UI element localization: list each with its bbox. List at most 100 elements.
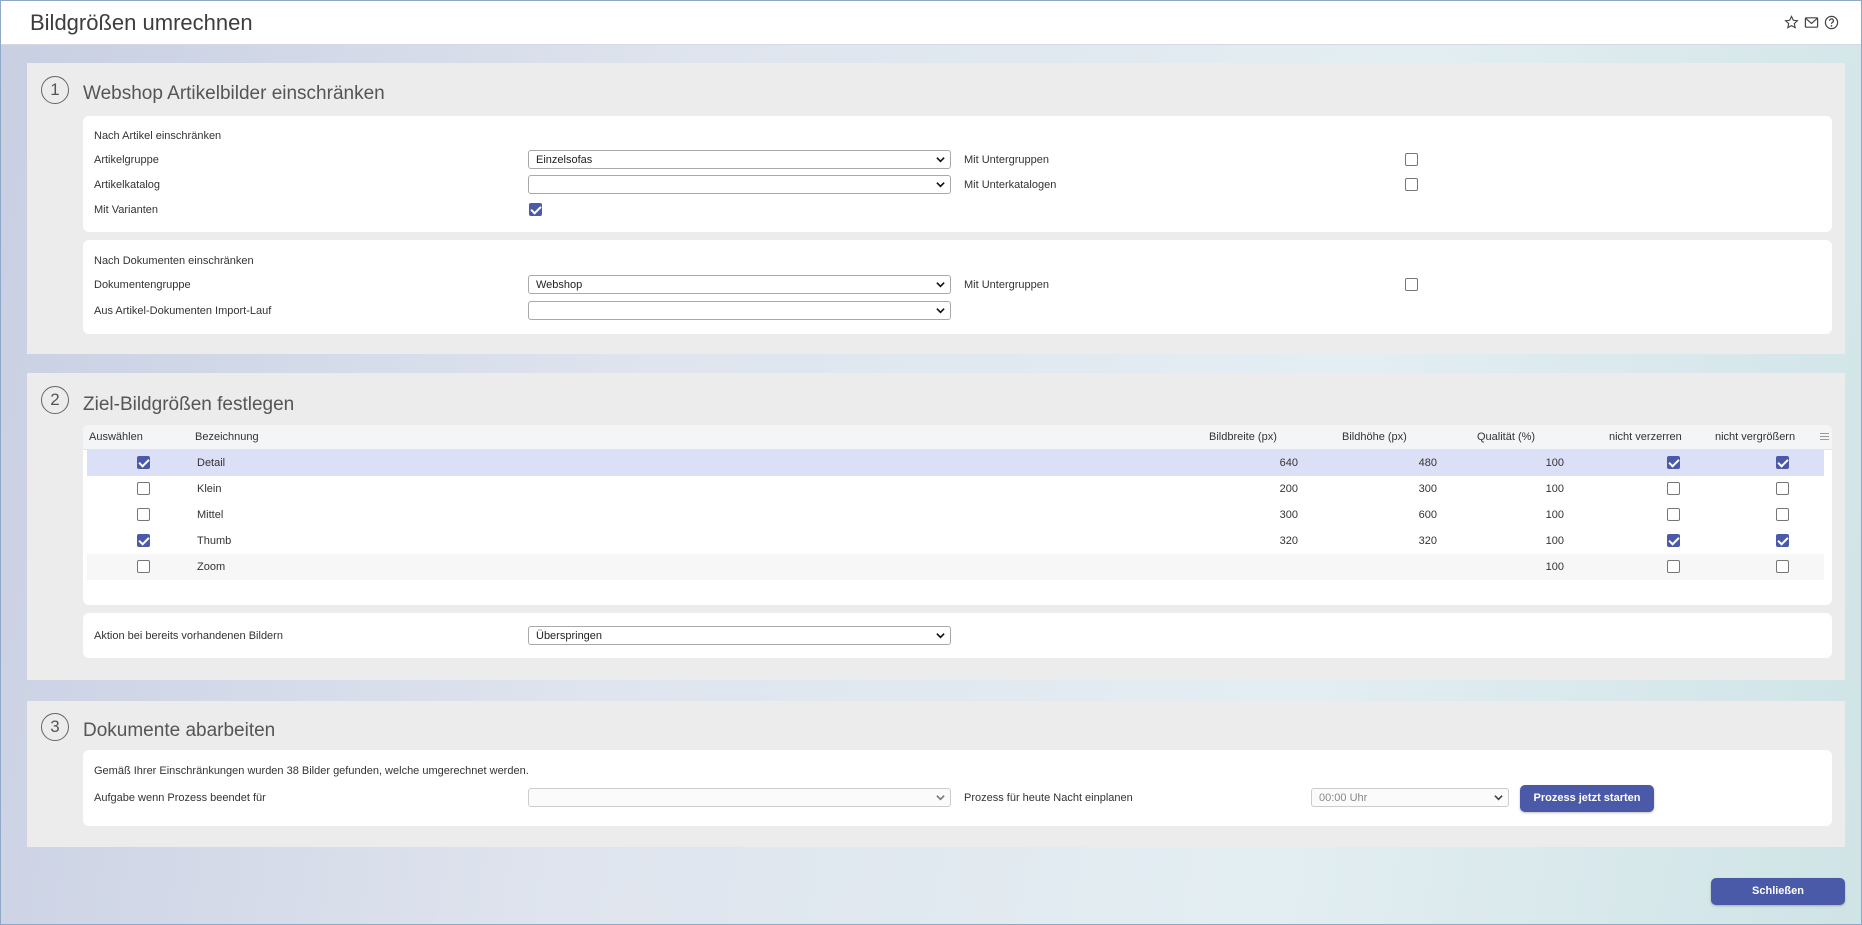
- close-button[interactable]: Schließen: [1711, 878, 1845, 905]
- card-heading: Nach Artikel einschränken: [94, 130, 222, 142]
- row-no-enlarge-checkbox[interactable]: [1776, 534, 1789, 547]
- table-row[interactable]: Zoom 100: [87, 554, 1824, 580]
- row-height: 480: [1418, 457, 1437, 469]
- row-no-distort-checkbox[interactable]: [1667, 534, 1680, 547]
- process-card: Gemäß Ihrer Einschränkungen wurden 38 Bi…: [83, 750, 1832, 826]
- col-header-select[interactable]: Auswählen: [89, 431, 143, 443]
- chevron-down-icon: [936, 633, 945, 639]
- chevron-down-icon: [936, 182, 945, 188]
- row-no-distort-checkbox[interactable]: [1667, 508, 1680, 521]
- row-height: 600: [1418, 509, 1437, 521]
- variants-label: Mit Varianten: [94, 204, 158, 216]
- row-no-enlarge-checkbox[interactable]: [1776, 560, 1789, 573]
- task-after-select[interactable]: [528, 788, 951, 807]
- variants-checkbox[interactable]: [529, 203, 542, 216]
- section-target-sizes: 2 Ziel-Bildgrößen festlegen Auswählen Be…: [27, 373, 1845, 680]
- schedule-label: Prozess für heute Nacht einplanen: [964, 792, 1133, 804]
- row-no-distort-checkbox[interactable]: [1667, 560, 1680, 573]
- star-icon[interactable]: [1784, 15, 1799, 30]
- col-header-width[interactable]: Bildbreite (px): [1209, 431, 1277, 443]
- document-group-value: Webshop: [536, 279, 583, 291]
- section-restrict-images: 1 Webshop Artikelbilder einschränken Nac…: [27, 63, 1845, 354]
- help-icon[interactable]: [1824, 15, 1839, 30]
- grid-header: Auswählen Bezeichnung Bildbreite (px) Bi…: [83, 425, 1832, 450]
- chevron-down-icon: [936, 282, 945, 288]
- row-select-checkbox[interactable]: [137, 534, 150, 547]
- section-title: Ziel-Bildgrößen festlegen: [83, 394, 295, 415]
- row-no-enlarge-checkbox[interactable]: [1776, 456, 1789, 469]
- section-process-documents: 3 Dokumente abarbeiten Gemäß Ihrer Einsc…: [27, 701, 1845, 847]
- mail-icon[interactable]: [1804, 15, 1819, 30]
- column-menu-icon[interactable]: [1820, 432, 1829, 441]
- header-icons: [1784, 15, 1839, 30]
- table-row[interactable]: Klein 200 300 100: [87, 476, 1824, 502]
- col-header-no-distort[interactable]: nicht verzerren: [1609, 431, 1682, 443]
- row-height: 300: [1418, 483, 1437, 495]
- document-group-select[interactable]: Webshop: [528, 275, 951, 294]
- import-run-select[interactable]: [528, 301, 951, 320]
- page-title: Bildgrößen umrechnen: [30, 10, 253, 35]
- section-title: Webshop Artikelbilder einschränken: [83, 83, 385, 104]
- row-no-enlarge-checkbox[interactable]: [1776, 508, 1789, 521]
- row-name: Klein: [197, 483, 222, 495]
- row-width: 200: [1279, 483, 1298, 495]
- row-select-checkbox[interactable]: [137, 560, 150, 573]
- import-run-label: Aus Artikel-Dokumenten Import-Lauf: [94, 305, 272, 317]
- table-row[interactable]: Detail 640 480 100: [87, 450, 1824, 476]
- col-header-quality[interactable]: Qualität (%): [1477, 431, 1535, 443]
- result-info-text: Gemäß Ihrer Einschränkungen wurden 38 Bi…: [94, 765, 529, 777]
- chevron-down-icon: [936, 795, 945, 801]
- article-group-label: Artikelgruppe: [94, 154, 159, 166]
- table-row[interactable]: Mittel 300 600 100: [87, 502, 1824, 528]
- start-process-button[interactable]: Prozess jetzt starten: [1520, 785, 1654, 812]
- existing-images-label: Aktion bei bereits vorhandenen Bildern: [94, 630, 283, 642]
- subgroups-label: Mit Untergruppen: [964, 154, 1049, 166]
- schedule-time-value: 00:00 Uhr: [1319, 792, 1368, 804]
- title-bar: Bildgrößen umrechnen: [1, 1, 1861, 45]
- subcatalogs-label: Mit Unterkatalogen: [964, 179, 1057, 191]
- chevron-down-icon: [936, 308, 945, 314]
- row-name: Zoom: [197, 561, 226, 573]
- row-quality: 100: [1545, 457, 1564, 469]
- row-quality: 100: [1545, 509, 1564, 521]
- existing-images-card: Aktion bei bereits vorhandenen Bildern Ü…: [83, 613, 1832, 658]
- article-catalog-select[interactable]: [528, 175, 951, 194]
- row-select-checkbox[interactable]: [137, 482, 150, 495]
- existing-images-select[interactable]: Überspringen: [528, 626, 951, 645]
- document-group-label: Dokumentengruppe: [94, 279, 191, 291]
- row-no-enlarge-checkbox[interactable]: [1776, 482, 1789, 495]
- article-group-select[interactable]: Einzelsofas: [528, 150, 951, 169]
- row-width: 640: [1279, 457, 1298, 469]
- row-quality: 100: [1545, 561, 1564, 573]
- col-header-name[interactable]: Bezeichnung: [195, 431, 259, 443]
- row-width: 320: [1279, 535, 1298, 547]
- row-height: 320: [1418, 535, 1437, 547]
- image-sizes-grid-card: Auswählen Bezeichnung Bildbreite (px) Bi…: [83, 425, 1832, 605]
- col-header-height[interactable]: Bildhöhe (px): [1342, 431, 1407, 443]
- task-after-label: Aufgabe wenn Prozess beendet für: [94, 792, 266, 804]
- existing-images-value: Überspringen: [536, 630, 603, 642]
- row-name: Detail: [197, 457, 226, 469]
- subgroups-checkbox[interactable]: [1405, 153, 1418, 166]
- subcatalogs-checkbox[interactable]: [1405, 178, 1418, 191]
- row-select-checkbox[interactable]: [137, 456, 150, 469]
- row-no-distort-checkbox[interactable]: [1667, 456, 1680, 469]
- section-title: Dokumente abarbeiten: [83, 720, 276, 741]
- article-restriction-card: Nach Artikel einschränken Artikelgruppe …: [83, 116, 1832, 232]
- step-number: 1: [41, 76, 69, 104]
- doc-subgroups-checkbox[interactable]: [1405, 278, 1418, 291]
- card-heading: Nach Dokumenten einschränken: [94, 255, 254, 267]
- chevron-down-icon: [1494, 795, 1503, 801]
- step-number: 3: [41, 713, 69, 741]
- article-group-value: Einzelsofas: [536, 154, 593, 166]
- row-select-checkbox[interactable]: [137, 508, 150, 521]
- table-row[interactable]: Thumb 320 320 100: [87, 528, 1824, 554]
- row-quality: 100: [1545, 483, 1564, 495]
- chevron-down-icon: [936, 157, 945, 163]
- document-restriction-card: Nach Dokumenten einschränken Dokumenteng…: [83, 240, 1832, 334]
- step-number: 2: [41, 386, 69, 414]
- row-no-distort-checkbox[interactable]: [1667, 482, 1680, 495]
- schedule-time-select[interactable]: 00:00 Uhr: [1311, 788, 1509, 807]
- row-name: Thumb: [197, 535, 232, 547]
- col-header-no-enlarge[interactable]: nicht vergrößern: [1715, 431, 1795, 443]
